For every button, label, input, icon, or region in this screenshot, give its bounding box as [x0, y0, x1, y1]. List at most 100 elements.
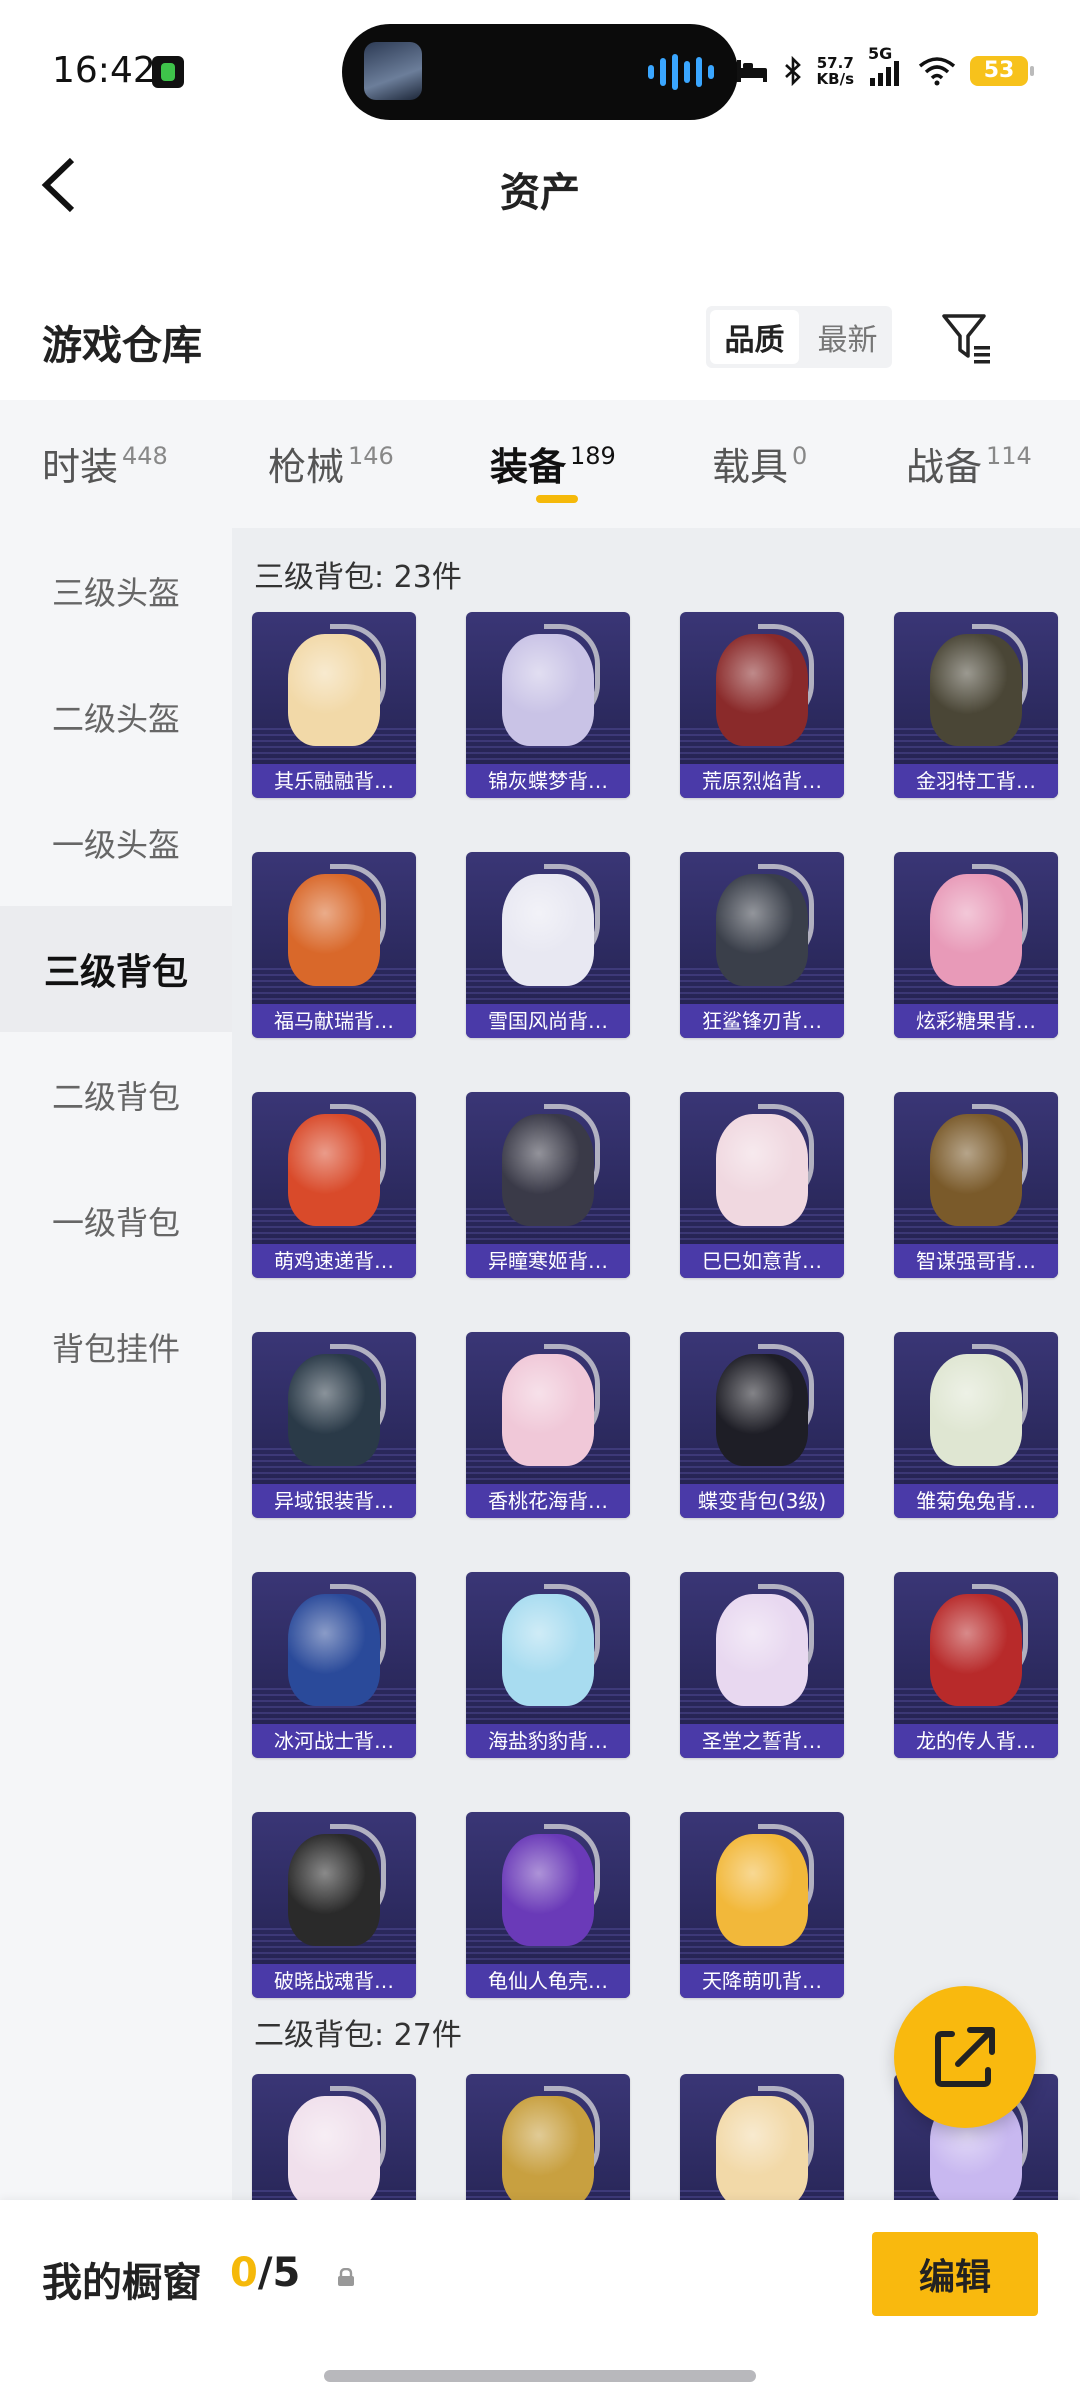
item-card[interactable]: 天降萌叽背…: [680, 1812, 844, 1998]
item-card[interactable]: 其乐融融背…: [252, 612, 416, 798]
status-bar: 16:42 57.7 KB/s 5G 53: [0, 0, 1080, 130]
tab-count: 0: [792, 442, 808, 470]
tab-count: 114: [986, 442, 1032, 470]
status-time: 16:42: [52, 50, 156, 91]
side-item-level3-helmet[interactable]: 三级头盔: [0, 528, 232, 654]
side-item-level1-backpack[interactable]: 一级背包: [0, 1158, 232, 1284]
backpack-image: [930, 1354, 1022, 1466]
share-button[interactable]: [894, 1986, 1036, 2128]
status-icons: 57.7 KB/s 5G 53: [735, 44, 1034, 92]
item-card[interactable]: 圣堂之誓背…: [680, 1572, 844, 1758]
item-name: 福马献瑞背…: [252, 1004, 416, 1038]
side-item-level2-backpack[interactable]: 二级背包: [0, 1032, 232, 1158]
backpack-image: [288, 1114, 380, 1226]
sort-toggle[interactable]: 品质 最新: [706, 306, 892, 368]
tab-guns[interactable]: 枪械 146: [268, 436, 394, 491]
edit-button[interactable]: 编辑: [872, 2232, 1038, 2316]
lock-icon: [338, 2268, 354, 2286]
item-card[interactable]: 荒原烈焰背…: [680, 612, 844, 798]
side-item-level2-helmet[interactable]: 二级头盔: [0, 654, 232, 780]
backpack-image: [502, 874, 594, 986]
tab-supplies[interactable]: 战备 114: [906, 436, 1032, 491]
item-card[interactable]: 炫彩糖果背…: [894, 852, 1058, 1038]
item-card[interactable]: 龟仙人龟壳…: [466, 1812, 630, 1998]
backpack-image: [502, 1354, 594, 1466]
network-speed: 57.7 KB/s: [817, 55, 854, 87]
item-name: 智谋强哥背…: [894, 1244, 1058, 1278]
sort-by-quality[interactable]: 品质: [710, 310, 799, 364]
bed-icon: [736, 60, 767, 82]
item-card[interactable]: 龙的传人背…: [894, 1572, 1058, 1758]
tab-fashion[interactable]: 时装 448: [42, 436, 168, 491]
filter-button[interactable]: [940, 310, 996, 366]
item-card[interactable]: 锦灰蝶梦背…: [466, 612, 630, 798]
page-title: 资产: [500, 170, 580, 216]
item-card[interactable]: 金羽特工背…: [894, 612, 1058, 798]
bottom-bar: 我的橱窗 0/5 编辑: [0, 2200, 1080, 2400]
showcase-label: 我的橱窗: [42, 2260, 202, 2306]
side-item-level3-backpack[interactable]: 三级背包: [0, 906, 232, 1032]
warehouse-title: 游戏仓库: [42, 323, 202, 369]
home-indicator[interactable]: [324, 2370, 756, 2382]
item-card[interactable]: [252, 2074, 416, 2200]
tab-count: 189: [570, 442, 616, 470]
backpack-image: [716, 2096, 808, 2200]
tab-count: 146: [348, 442, 394, 470]
side-item-level1-helmet[interactable]: 一级头盔: [0, 780, 232, 906]
item-name: 狂鲨锋刃背…: [680, 1004, 844, 1038]
item-card[interactable]: 智谋强哥背…: [894, 1092, 1058, 1278]
filter-icon: [942, 314, 990, 364]
item-name: 圣堂之誓背…: [680, 1724, 844, 1758]
item-card[interactable]: 萌鸡速递背…: [252, 1092, 416, 1278]
item-card[interactable]: 福马献瑞背…: [252, 852, 416, 1038]
tab-label: 战备: [906, 445, 983, 489]
item-card[interactable]: 雏菊兔兔背…: [894, 1332, 1058, 1518]
item-card[interactable]: 异域银装背…: [252, 1332, 416, 1518]
backpack-image: [288, 1594, 380, 1706]
item-card[interactable]: 狂鲨锋刃背…: [680, 852, 844, 1038]
item-grid[interactable]: 三级背包: 23件 其乐融融背… 锦灰蝶梦背… 荒原烈焰背… 金羽特工背… 福马献瑞背……: [232, 528, 1080, 2200]
tab-equipment[interactable]: 装备 189: [490, 436, 616, 491]
showcase-count: 0/5: [230, 2250, 300, 2296]
showcase-total: 5: [272, 2250, 301, 2296]
item-card[interactable]: 异瞳寒姬背…: [466, 1092, 630, 1278]
side-item-backpack-charm[interactable]: 背包挂件: [0, 1284, 232, 1410]
tab-label: 时装: [42, 445, 119, 489]
tab-label: 枪械: [268, 445, 345, 489]
dynamic-island[interactable]: [342, 24, 738, 120]
item-card[interactable]: 冰河战士背…: [252, 1572, 416, 1758]
backpack-image: [930, 1594, 1022, 1706]
backpack-image: [288, 874, 380, 986]
item-name: 雪国风尚背…: [466, 1004, 630, 1038]
wifi-icon: [918, 57, 956, 86]
item-card[interactable]: 蝶变背包(3级): [680, 1332, 844, 1518]
tab-vehicles[interactable]: 载具 0: [712, 436, 807, 491]
item-name: 炫彩糖果背…: [894, 1004, 1058, 1038]
item-card[interactable]: 雪国风尚背…: [466, 852, 630, 1038]
item-card[interactable]: 海盐豹豹背…: [466, 1572, 630, 1758]
now-playing-artwork: [364, 42, 422, 100]
showcase-separator: /: [257, 2250, 273, 2296]
item-name: 荒原烈焰背…: [680, 764, 844, 798]
item-card[interactable]: 巳巳如意背…: [680, 1092, 844, 1278]
backpack-image: [502, 1114, 594, 1226]
item-card[interactable]: 香桃花海背…: [466, 1332, 630, 1518]
item-name: 其乐融融背…: [252, 764, 416, 798]
section-header-level2: 二级背包: 27件: [254, 2018, 462, 2053]
item-name: 锦灰蝶梦背…: [466, 764, 630, 798]
bluetooth-icon: [784, 56, 801, 86]
backpack-image: [716, 634, 808, 746]
item-card[interactable]: [680, 2074, 844, 2200]
item-card[interactable]: 破晓战魂背…: [252, 1812, 416, 1998]
backpack-image: [288, 634, 380, 746]
backpack-image: [930, 1114, 1022, 1226]
backpack-image: [502, 2096, 594, 2200]
sort-by-newest[interactable]: 最新: [803, 306, 892, 368]
item-name: 蝶变背包(3级): [680, 1484, 844, 1518]
item-name: 雏菊兔兔背…: [894, 1484, 1058, 1518]
item-name: 巳巳如意背…: [680, 1244, 844, 1278]
network-type: 5G: [868, 44, 904, 92]
item-card[interactable]: [466, 2074, 630, 2200]
section-header-level3: 三级背包: 23件: [254, 560, 462, 595]
speed-unit: KB/s: [816, 70, 854, 88]
